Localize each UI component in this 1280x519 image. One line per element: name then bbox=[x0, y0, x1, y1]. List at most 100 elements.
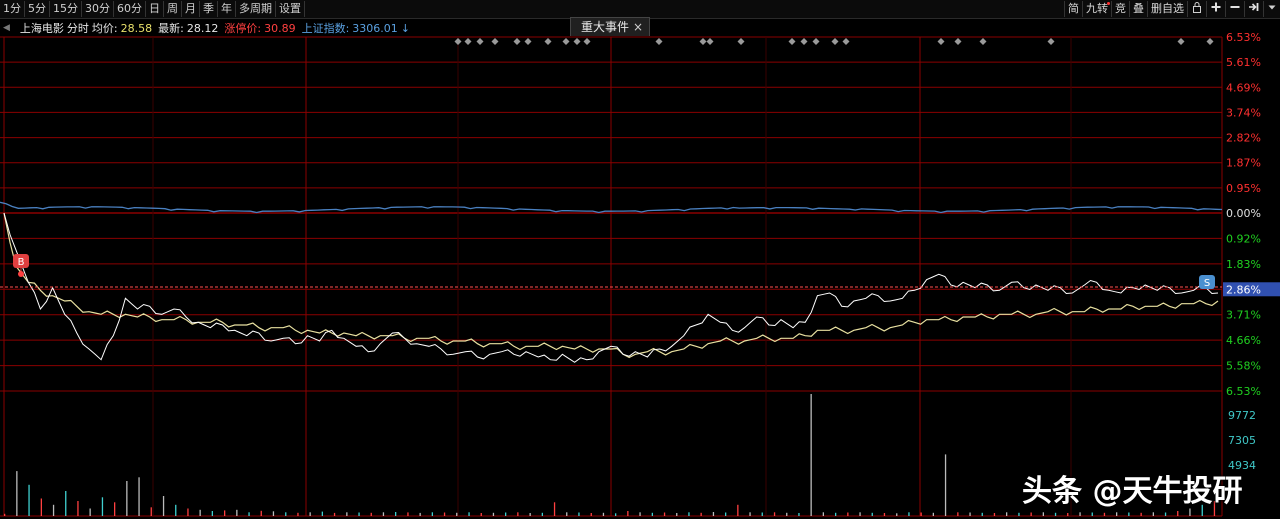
minus-icon[interactable] bbox=[1225, 1, 1244, 17]
period-year[interactable]: 年 bbox=[218, 1, 236, 17]
period-30min[interactable]: 30分 bbox=[82, 1, 114, 17]
chart-canvas[interactable]: B S 6.53% 5.61% 4.69% 3.74% 2.82% 1.87% 0.95% 0.0… bbox=[0, 0, 1280, 519]
event-diamond-icon bbox=[544, 38, 552, 45]
auction-button[interactable]: 竞 bbox=[1111, 1, 1129, 17]
volume-bar bbox=[40, 498, 42, 516]
volume-bar bbox=[712, 512, 715, 516]
lock-icon[interactable] bbox=[1187, 1, 1206, 17]
collapse-arrow-icon[interactable]: ◀ bbox=[3, 23, 10, 33]
event-diamond-icon bbox=[1206, 38, 1214, 45]
volume-bar bbox=[663, 512, 666, 516]
period-day[interactable]: 日 bbox=[146, 1, 164, 17]
event-diamond-icon bbox=[937, 38, 945, 45]
axis-label-up: 0.00% bbox=[1226, 207, 1261, 220]
dropdown-icon[interactable] bbox=[1263, 1, 1280, 17]
volume-bar bbox=[602, 512, 605, 516]
avg-label: 均价: bbox=[91, 22, 118, 35]
volume-bar bbox=[285, 512, 287, 516]
period-quarter[interactable]: 季 bbox=[200, 1, 218, 17]
event-diamond-icon bbox=[737, 38, 745, 45]
event-diamond-icon bbox=[513, 38, 521, 45]
volume-bar bbox=[89, 508, 91, 516]
volume-bar bbox=[981, 512, 983, 516]
volume-bar bbox=[138, 477, 140, 516]
watermark: 头条 @天牛投研 bbox=[1022, 474, 1243, 509]
period-15min[interactable]: 15分 bbox=[50, 1, 82, 17]
major-events-tab[interactable]: 重大事件 × bbox=[570, 17, 650, 36]
volume-bar bbox=[615, 513, 617, 516]
period-month[interactable]: 月 bbox=[182, 1, 200, 17]
volume-bar bbox=[627, 511, 629, 516]
volume-bar bbox=[957, 512, 959, 516]
volume-bar bbox=[431, 512, 433, 516]
limit-value: 30.89 bbox=[264, 22, 296, 35]
volume-bar bbox=[480, 513, 482, 516]
volume-bar bbox=[1128, 512, 1130, 516]
remove-watchlist-button[interactable]: 删自选 bbox=[1147, 1, 1187, 17]
toolbar-right: 简 九转 竞 叠 删自选 bbox=[1064, 0, 1280, 18]
volume-bar bbox=[553, 502, 556, 516]
index-value: 3306.01 bbox=[352, 22, 398, 35]
volume-bar bbox=[211, 511, 213, 516]
axis-label-up: 2.82% bbox=[1226, 132, 1261, 145]
event-diamond-icon bbox=[562, 38, 570, 45]
volume-bar bbox=[786, 512, 788, 516]
period-5min[interactable]: 5分 bbox=[25, 1, 50, 17]
overlay-button[interactable]: 叠 bbox=[1129, 1, 1147, 17]
volume-bar bbox=[1079, 512, 1081, 516]
volume-bar bbox=[4, 513, 6, 516]
period-1min[interactable]: 1分 bbox=[0, 1, 25, 17]
volume-bar bbox=[1140, 512, 1142, 516]
event-diamond-icon bbox=[812, 38, 820, 45]
event-diamond-icon bbox=[454, 38, 462, 45]
volume-bar bbox=[517, 512, 519, 516]
period-week[interactable]: 周 bbox=[164, 1, 182, 17]
volume-bar bbox=[1018, 512, 1020, 516]
axis-label-up: 1.87% bbox=[1226, 157, 1261, 170]
jump-end-icon[interactable] bbox=[1244, 1, 1263, 17]
volume-bar bbox=[114, 502, 116, 516]
volume-bar bbox=[1030, 512, 1032, 516]
axis-label-down: 2.86% bbox=[1226, 283, 1261, 296]
volume-bar bbox=[1054, 512, 1057, 516]
limit-price-label: 涨停价: 30.89 bbox=[224, 20, 298, 36]
event-diamond-icon bbox=[788, 38, 796, 45]
axis-label-up: 0.95% bbox=[1226, 182, 1261, 195]
volume-bar bbox=[810, 394, 812, 516]
volume-bar bbox=[1006, 512, 1008, 516]
period-60min[interactable]: 60分 bbox=[114, 1, 146, 17]
volume-bar bbox=[248, 512, 250, 516]
event-diamond-icon bbox=[979, 38, 987, 45]
volume-bar bbox=[529, 513, 531, 516]
settings-button[interactable]: 设置 bbox=[276, 1, 305, 17]
sell-marker-label: S bbox=[1204, 278, 1210, 289]
volume-bar bbox=[835, 512, 837, 516]
volume-axis-label: 7305 bbox=[1228, 434, 1256, 447]
volume-bar bbox=[395, 512, 397, 516]
last-label: 最新: bbox=[158, 22, 184, 35]
event-diamond-icon bbox=[1177, 38, 1185, 45]
buy-marker-dot bbox=[18, 271, 24, 277]
volume-bar bbox=[297, 512, 299, 516]
volume-bar bbox=[651, 512, 653, 516]
volume-bar bbox=[162, 496, 165, 516]
volume-bar bbox=[370, 512, 372, 516]
volume-bar bbox=[725, 512, 727, 516]
chart-mode: 分时 bbox=[66, 22, 89, 35]
simple-button[interactable]: 简 bbox=[1064, 1, 1082, 17]
period-multi[interactable]: 多周期 bbox=[236, 1, 276, 17]
volume-bar bbox=[175, 504, 177, 516]
avg-value: 28.58 bbox=[120, 22, 153, 35]
nine-turn-button[interactable]: 九转 bbox=[1082, 1, 1111, 17]
volume-bar bbox=[749, 512, 751, 516]
volume-bar bbox=[859, 512, 861, 516]
volume-bar bbox=[16, 471, 18, 516]
close-icon[interactable]: × bbox=[633, 18, 643, 37]
plus-icon[interactable] bbox=[1206, 1, 1225, 17]
limit-label: 涨停价: bbox=[224, 22, 262, 35]
index-arrow-icon: ↓ bbox=[400, 22, 411, 35]
event-diamond-icon bbox=[699, 38, 707, 45]
index-label: 上证指数: 3306.01 ↓ bbox=[302, 20, 413, 36]
volume-bar bbox=[126, 481, 128, 516]
event-diamond-icon bbox=[583, 38, 591, 45]
